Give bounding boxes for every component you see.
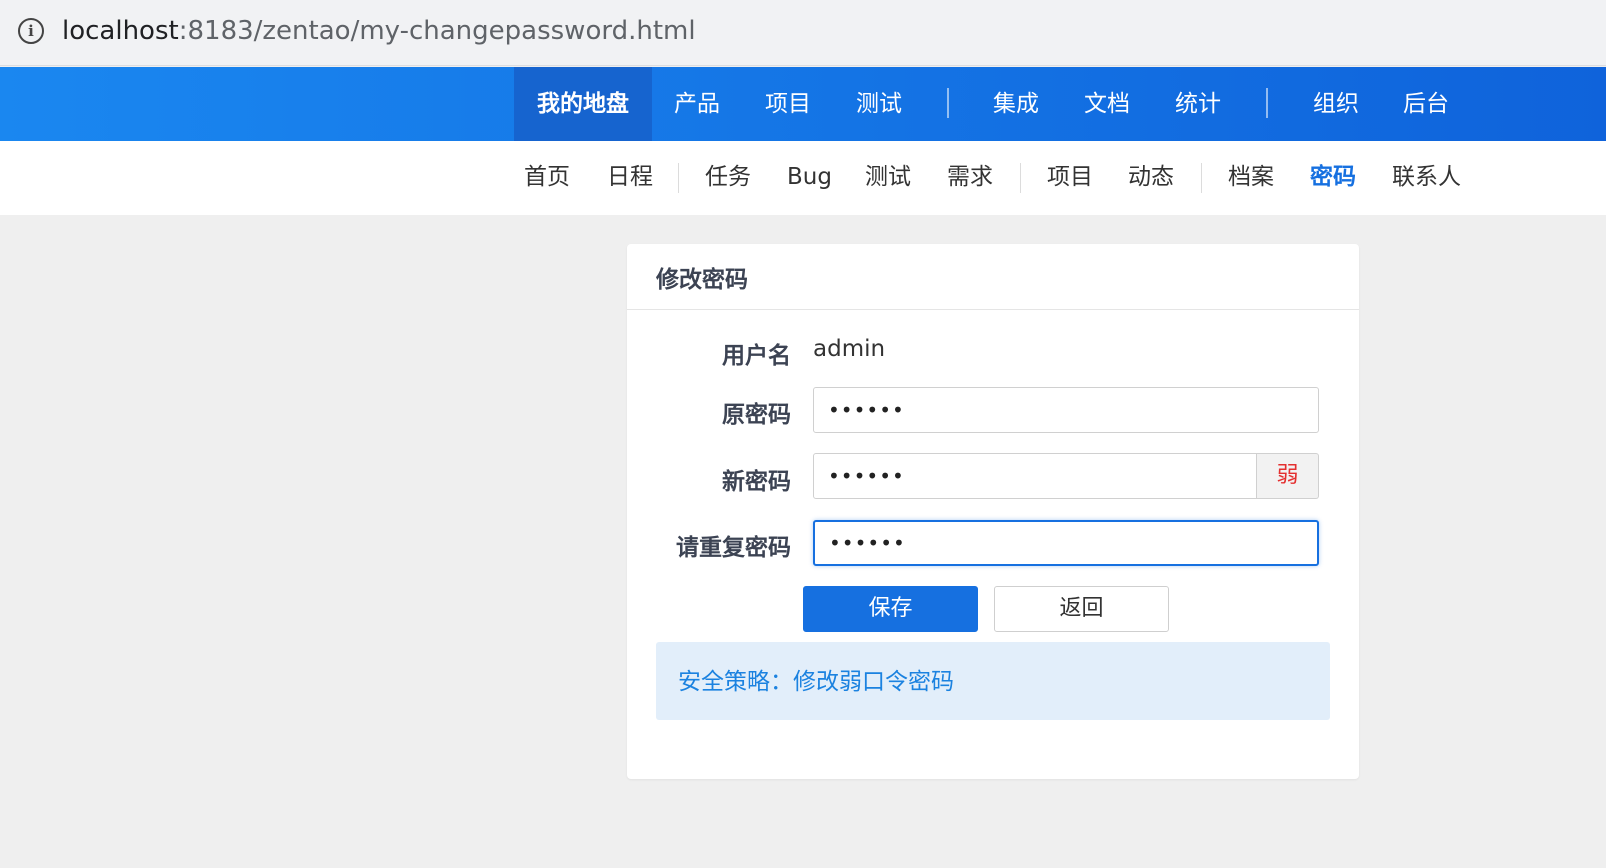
sub-nav-item-home[interactable]: 首页 [524,141,570,215]
url-text[interactable]: localhost:8183/zentao/my-changepassword.… [62,14,696,48]
main-nav-item-org[interactable]: 组织 [1303,67,1369,141]
main-nav-divider [947,88,949,118]
main-nav-divider [1266,88,1268,118]
new-password-label: 新密码 [722,469,791,495]
password-strength-badge: 弱 [1257,453,1319,499]
sub-nav-item-dynamic[interactable]: 动态 [1128,141,1174,215]
sub-nav-item-task[interactable]: 任务 [705,141,751,215]
sub-nav-item-profile[interactable]: 档案 [1228,141,1274,215]
main-nav-item-project[interactable]: 项目 [755,67,821,141]
sub-nav-divider [678,163,679,193]
sub-nav: 首页 日程 任务 Bug 测试 需求 项目 动态 档案 密码 联系人 [0,141,1606,215]
sub-nav-item-story[interactable]: 需求 [947,141,993,215]
sub-nav-item-password[interactable]: 密码 [1310,141,1356,215]
repeat-password-label: 请重复密码 [676,535,791,561]
main-nav-item-product[interactable]: 产品 [664,67,730,141]
sub-nav-item-bug[interactable]: Bug [787,141,832,215]
new-password-field[interactable] [813,453,1257,499]
sub-nav-item-contacts[interactable]: 联系人 [1392,141,1461,215]
security-policy-text: 安全策略：修改弱口令密码 [678,669,954,695]
main-nav-item-admin[interactable]: 后台 [1393,67,1459,141]
old-password-field[interactable] [813,387,1319,433]
sub-nav-item-test[interactable]: 测试 [865,141,911,215]
main-nav-item-dashboard[interactable]: 我的地盘 [514,67,652,141]
main-nav: 我的地盘 产品 项目 测试 集成 文档 统计 组织 后台 [0,67,1606,141]
old-password-label: 原密码 [722,402,791,428]
change-password-panel: 修改密码 用户名 admin 原密码 新密码 弱 请重复密码 保存 返回 安全策… [627,244,1359,779]
main-nav-item-docs[interactable]: 文档 [1074,67,1140,141]
main-nav-item-stats[interactable]: 统计 [1165,67,1231,141]
main-nav-item-test[interactable]: 测试 [846,67,912,141]
sub-nav-item-calendar[interactable]: 日程 [607,141,653,215]
page-title: 修改密码 [656,267,748,293]
security-policy-notice: 安全策略：修改弱口令密码 [656,642,1330,720]
url-path: :8183/zentao/my-changepassword.html [178,16,696,46]
main-nav-item-integration[interactable]: 集成 [983,67,1049,141]
sub-nav-item-project[interactable]: 项目 [1047,141,1093,215]
username-value: admin [813,336,886,362]
username-label: 用户名 [722,343,791,369]
back-button[interactable]: 返回 [994,586,1169,632]
repeat-password-field[interactable] [813,520,1319,566]
sub-nav-divider [1020,163,1021,193]
address-bar[interactable]: i localhost:8183/zentao/my-changepasswor… [0,0,1606,66]
sub-nav-divider [1201,163,1202,193]
url-host: localhost [62,16,179,46]
info-icon[interactable]: i [18,18,44,44]
save-button[interactable]: 保存 [803,586,978,632]
